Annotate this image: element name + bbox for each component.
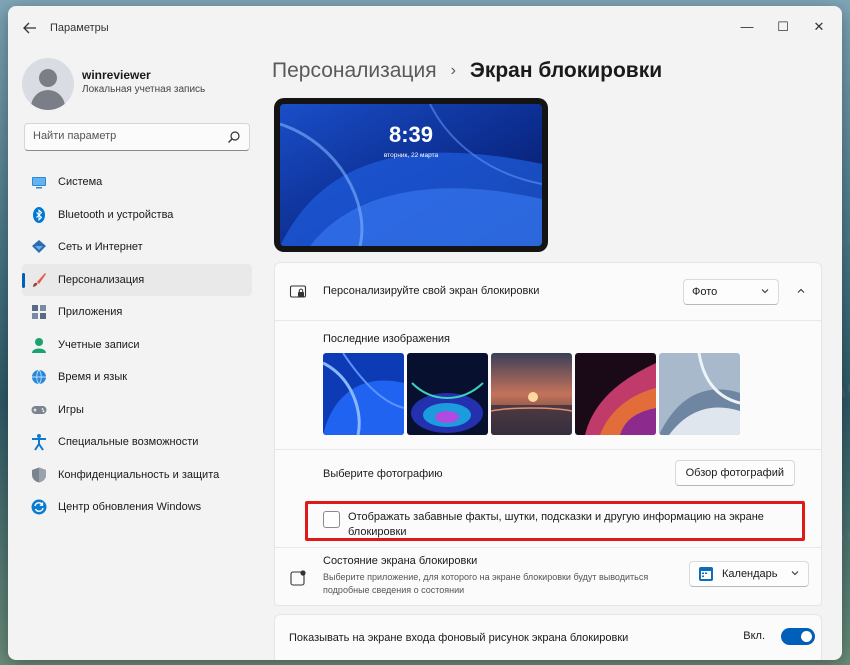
sidebar-item-label: Конфиденциальность и защита xyxy=(58,468,220,481)
sidebar-item-label: Bluetooth и устройства xyxy=(58,208,174,221)
sidebar-item-windows-update[interactable]: Центр обновления Windows xyxy=(22,491,252,524)
sidebar-item-label: Специальные возможности xyxy=(58,436,199,449)
toggle-state-label: Вкл. xyxy=(743,630,765,642)
status-app-value: Календарь xyxy=(722,568,778,580)
recent-images-label: Последние изображения xyxy=(323,333,450,345)
personalize-dropdown[interactable]: Фото xyxy=(683,279,779,305)
personalize-row: Персонализируйте свой экран блокировки Ф… xyxy=(275,263,821,321)
update-icon xyxy=(30,498,48,516)
sidebar-item-personalization[interactable]: Персонализация xyxy=(22,263,252,296)
fun-facts-row: Отображать забавные факты, шутки, подска… xyxy=(275,497,821,541)
signin-background-toggle[interactable] xyxy=(781,628,815,645)
lockscreen-status-row: Состояние экрана блокировки Выберите при… xyxy=(275,547,821,607)
recent-image-4[interactable] xyxy=(575,353,656,435)
status-app-dropdown[interactable]: Календарь xyxy=(689,561,809,587)
globe-icon xyxy=(30,368,48,386)
accessibility-icon xyxy=(30,433,48,451)
sidebar-item-network[interactable]: Сеть и Интернет xyxy=(22,231,252,264)
bluetooth-icon xyxy=(30,206,48,224)
apps-icon xyxy=(30,303,48,321)
recent-image-3[interactable] xyxy=(491,353,572,435)
lockscreen-preview: 8:39 вторник, 22 марта xyxy=(274,98,548,252)
search-input[interactable] xyxy=(33,130,223,142)
user-account-type: Локальная учетная запись xyxy=(82,84,206,95)
brush-icon xyxy=(30,271,48,289)
sidebar-item-label: Сеть и Интернет xyxy=(58,241,143,254)
gamepad-icon xyxy=(30,401,48,419)
sidebar-item-system[interactable]: Система xyxy=(22,166,252,199)
breadcrumb: Персонализация › Экран блокировки xyxy=(272,56,662,86)
sidebar-item-time-language[interactable]: Время и язык xyxy=(22,361,252,394)
toggle-knob xyxy=(801,631,812,642)
highlight-box xyxy=(305,501,805,541)
divider xyxy=(275,449,821,450)
status-icon xyxy=(289,569,307,587)
calendar-icon xyxy=(698,566,714,582)
sidebar-nav: Система Bluetooth и устройства Сеть и Ин… xyxy=(22,166,252,524)
sidebar-item-gaming[interactable]: Игры xyxy=(22,394,252,427)
recent-image-2[interactable] xyxy=(407,353,488,435)
search-icon[interactable] xyxy=(227,130,241,144)
maximize-button[interactable]: ☐ xyxy=(768,14,798,40)
app-title: Параметры xyxy=(50,22,109,34)
person-icon xyxy=(30,336,48,354)
recent-image-1[interactable] xyxy=(323,353,404,435)
sidebar-item-accessibility[interactable]: Специальные возможности xyxy=(22,426,252,459)
sidebar-item-label: Приложения xyxy=(58,306,123,319)
settings-window: Параметры — ☐ ✕ winreviewer Локальная уч… xyxy=(8,6,842,660)
sidebar-item-accounts[interactable]: Учетные записи xyxy=(22,329,252,362)
personalize-label: Персонализируйте свой экран блокировки xyxy=(323,285,540,297)
page-title: Экран блокировки xyxy=(469,59,663,82)
breadcrumb-separator: › xyxy=(450,62,456,79)
signin-background-card: Показывать на экране входа фоновый рисун… xyxy=(274,614,822,660)
lockscreen-preview-image: 8:39 вторник, 22 марта xyxy=(280,104,542,246)
avatar[interactable] xyxy=(22,58,74,110)
sidebar-item-label: Центр обновления Windows xyxy=(58,501,202,514)
minimize-button[interactable]: — xyxy=(732,14,762,40)
sidebar-item-label: Учетные записи xyxy=(58,338,140,351)
recent-images-list xyxy=(323,353,740,435)
chevron-down-icon xyxy=(790,568,800,580)
lockscreen-settings-card: Персонализируйте свой экран блокировки Ф… xyxy=(274,262,822,606)
user-name: winreviewer xyxy=(82,68,151,82)
shield-icon xyxy=(30,466,48,484)
browse-photos-button[interactable]: Обзор фотографий xyxy=(674,460,795,486)
title-bar: Параметры — ☐ ✕ xyxy=(8,6,842,50)
choose-photo-label: Выберите фотографию xyxy=(323,468,443,480)
preview-time: 8:39 xyxy=(388,122,434,147)
status-title: Состояние экрана блокировки xyxy=(323,555,478,567)
sidebar-item-label: Время и язык xyxy=(58,371,128,384)
preview-date: вторник, 22 марта xyxy=(383,152,439,159)
recent-image-5[interactable] xyxy=(659,353,740,435)
search-box[interactable] xyxy=(24,123,250,151)
sidebar-item-apps[interactable]: Приложения xyxy=(22,296,252,329)
monitor-icon xyxy=(30,173,48,191)
chevron-down-icon xyxy=(760,286,770,298)
status-subtitle: Выберите приложение, для которого на экр… xyxy=(323,572,649,595)
sidebar-item-label: Система xyxy=(58,176,103,189)
sidebar-item-label: Игры xyxy=(58,403,84,416)
close-button[interactable]: ✕ xyxy=(804,14,834,40)
back-arrow-icon[interactable] xyxy=(22,20,40,38)
signin-background-label: Показывать на экране входа фоновый рисун… xyxy=(289,632,629,644)
breadcrumb-parent[interactable]: Персонализация xyxy=(272,59,437,83)
personalize-dropdown-value: Фото xyxy=(692,286,718,298)
sidebar-item-bluetooth[interactable]: Bluetooth и устройства xyxy=(22,199,252,232)
network-icon xyxy=(30,238,48,256)
sidebar-item-privacy[interactable]: Конфиденциальность и защита xyxy=(22,459,252,492)
lock-screen-icon xyxy=(289,283,307,301)
sidebar-item-label: Персонализация xyxy=(58,273,145,286)
chevron-up-icon[interactable] xyxy=(789,280,813,304)
